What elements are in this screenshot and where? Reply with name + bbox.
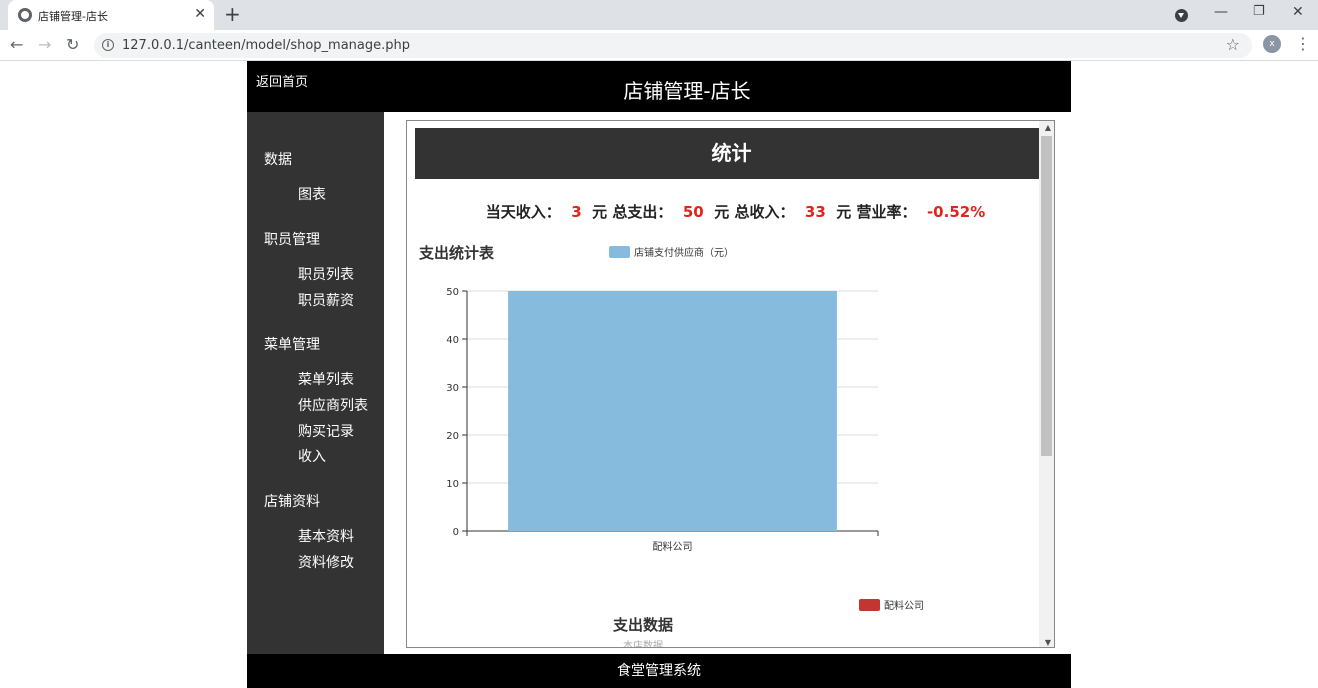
globe-icon <box>18 8 32 22</box>
scroll-up-arrow-icon[interactable]: ▲ <box>1045 123 1051 132</box>
scrollbar[interactable]: ▲ ▼ <box>1039 121 1054 647</box>
page-footer: 食堂管理系统 <box>247 654 1071 688</box>
sidebar-item-supplier-list[interactable]: 供应商列表 <box>298 395 368 415</box>
sidebar-item-purchase-records[interactable]: 购买记录 <box>298 421 354 441</box>
pie-chart-title: 支出数据 <box>612 616 673 634</box>
y-tick-label: 0 <box>453 527 459 538</box>
main-content: 统计 当天收入： 3 元 总支出： 50 元 总收入： 33 元 营业率： -0… <box>384 112 1071 654</box>
browser-tabbar: 店铺管理-店长 ✕ + — ❐ ✕ <box>0 0 1318 30</box>
new-tab-icon[interactable]: + <box>224 4 241 24</box>
unit-label: 元 <box>836 203 852 221</box>
url-text[interactable]: 127.0.0.1/canteen/model/shop_manage.php <box>122 38 410 53</box>
page-title: 店铺管理-店长 <box>623 79 751 103</box>
sidebar-item-income[interactable]: 收入 <box>298 446 326 466</box>
sidebar: 数据 图表 职员管理 职员列表 职员薪资 菜单管理 菜单列表 供应商列表 购买记… <box>247 112 384 654</box>
profile-avatar[interactable]: x <box>1263 35 1281 53</box>
stats-summary: 当天收入： 3 元 总支出： 50 元 总收入： 33 元 营业率： -0.52… <box>407 201 1054 222</box>
address-bar[interactable]: i 127.0.0.1/canteen/model/shop_manage.ph… <box>94 33 1252 58</box>
stats-iframe: 统计 当天收入： 3 元 总支出： 50 元 总收入： 33 元 营业率： -0… <box>406 120 1055 648</box>
tab-title: 店铺管理-店长 <box>38 10 108 23</box>
sidebar-item-edit-info[interactable]: 资料修改 <box>298 552 354 572</box>
rate-value: -0.52% <box>926 203 986 221</box>
y-tick-label: 50 <box>446 287 459 298</box>
sidebar-section-data: 数据 <box>264 152 292 168</box>
sidebar-section-shop-info: 店铺资料 <box>264 494 320 510</box>
bookmark-star-icon[interactable]: ☆ <box>1226 35 1240 54</box>
today-income-value: 3 <box>571 203 582 221</box>
y-tick-label: 40 <box>446 335 459 346</box>
bar-legend-swatch[interactable] <box>609 246 630 258</box>
bar[interactable] <box>508 291 837 531</box>
bar-chart-title: 支出统计表 <box>418 244 495 262</box>
total-expense-value: 50 <box>682 203 704 221</box>
stats-heading: 统计 <box>415 128 1048 179</box>
sidebar-item-chart[interactable]: 图表 <box>298 184 326 204</box>
browser-tab[interactable]: 店铺管理-店长 ✕ <box>8 0 214 30</box>
sidebar-section-menu: 菜单管理 <box>264 337 320 353</box>
charts-area: 支出统计表 店铺支付供应商（元） 0 10 20 30 40 50 配料公司 支出数据 本店… <box>418 244 924 648</box>
restore-icon[interactable]: ❐ <box>1253 4 1265 19</box>
pie-legend-label[interactable]: 配料公司 <box>884 599 924 612</box>
minimize-icon[interactable]: — <box>1214 4 1228 20</box>
unit-label: 元 <box>714 203 730 221</box>
sidebar-item-staff-salary[interactable]: 职员薪资 <box>298 290 354 310</box>
pie-legend-swatch[interactable] <box>859 599 880 611</box>
x-tick-label: 配料公司 <box>653 540 693 553</box>
forward-arrow-icon[interactable]: → <box>38 35 51 55</box>
y-tick-label: 30 <box>446 383 459 394</box>
close-tab-icon[interactable]: ✕ <box>194 6 206 22</box>
chrome-menu-icon[interactable] <box>1175 9 1188 22</box>
reload-icon[interactable]: ↻ <box>66 35 79 55</box>
total-expense-label: 总支出： <box>612 203 673 221</box>
rate-label: 营业率： <box>856 203 917 221</box>
info-icon[interactable]: i <box>102 39 114 51</box>
back-arrow-icon[interactable]: ← <box>10 35 23 55</box>
more-menu-icon[interactable]: ⋮ <box>1295 35 1311 53</box>
unit-label: 元 <box>592 203 608 221</box>
page-header: 返回首页 店铺管理-店长 <box>247 61 1071 112</box>
bar-legend-label[interactable]: 店铺支付供应商（元） <box>634 246 734 259</box>
window-close-icon[interactable]: ✕ <box>1292 4 1304 20</box>
page: 返回首页 店铺管理-店长 数据 图表 职员管理 职员列表 职员薪资 菜单管理 菜… <box>247 61 1071 688</box>
total-income-value: 33 <box>804 203 826 221</box>
scroll-down-arrow-icon[interactable]: ▼ <box>1045 638 1051 647</box>
today-income-label: 当天收入： <box>485 203 561 221</box>
pie-chart-subtitle: 本店数据 <box>623 639 663 648</box>
scrollbar-thumb[interactable] <box>1041 136 1052 456</box>
sidebar-item-menu-list[interactable]: 菜单列表 <box>298 369 354 389</box>
sidebar-item-basic-info[interactable]: 基本资料 <box>298 526 354 546</box>
y-tick-label: 20 <box>446 431 459 442</box>
y-tick-label: 10 <box>446 479 459 490</box>
sidebar-item-staff-list[interactable]: 职员列表 <box>298 264 354 284</box>
browser-toolbar: ← → ↻ i 127.0.0.1/canteen/model/shop_man… <box>0 30 1318 61</box>
total-income-label: 总收入： <box>734 203 795 221</box>
sidebar-section-staff: 职员管理 <box>264 232 320 248</box>
